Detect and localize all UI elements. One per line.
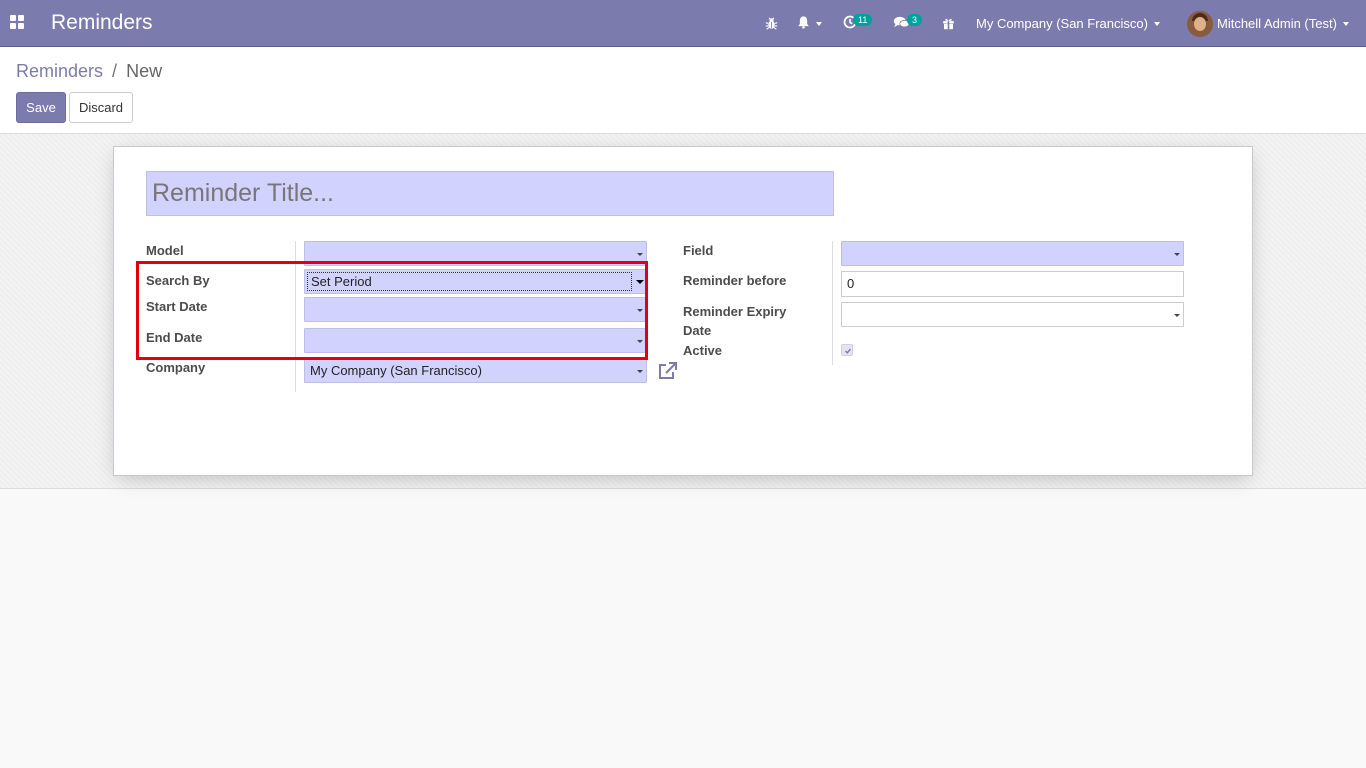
chevron-down-icon <box>816 21 822 26</box>
notifications-dropdown[interactable] <box>797 0 822 47</box>
reminder-before-label: Reminder before <box>683 273 787 288</box>
bell-icon <box>797 15 810 32</box>
active-checkbox[interactable] <box>841 344 853 356</box>
chevron-down-icon <box>637 253 643 256</box>
chevron-down-icon <box>1342 21 1349 26</box>
breadcrumb-parent-link[interactable]: Reminders <box>16 61 103 81</box>
save-button[interactable]: Save <box>16 92 66 123</box>
reminder-before-input[interactable]: 0 <box>841 271 1184 297</box>
chevron-down-icon <box>637 370 643 373</box>
discard-button[interactable]: Discard <box>69 92 133 123</box>
reminder-expiry-date-select[interactable] <box>841 302 1184 327</box>
activity-count-badge: 11 <box>853 14 873 26</box>
field-label: Field <box>683 243 714 258</box>
reminder-expiry-label-line1: Reminder Expiry <box>683 304 787 319</box>
search-by-label: Search By <box>146 273 210 288</box>
user-menu[interactable]: Mitchell Admin (Test) <box>1187 0 1349 47</box>
breadcrumb-current: New <box>126 61 163 81</box>
model-select[interactable] <box>304 241 647 266</box>
chevron-down-icon <box>1153 21 1160 26</box>
company-select[interactable]: My Company (San Francisco) <box>304 358 647 383</box>
left-group-divider <box>295 241 296 392</box>
apps-grid-icon[interactable] <box>10 15 26 31</box>
chevron-down-icon <box>636 280 644 284</box>
company-name: My Company (San Francisco) <box>976 16 1148 31</box>
chevron-down-icon <box>637 309 643 312</box>
chevron-down-icon <box>1174 253 1180 256</box>
chevron-down-icon <box>637 340 643 343</box>
company-switcher[interactable]: My Company (San Francisco) <box>976 0 1160 47</box>
chevron-down-icon <box>1174 314 1180 317</box>
end-date-label: End Date <box>146 330 203 345</box>
field-select[interactable] <box>841 241 1184 266</box>
app-title: Reminders <box>51 11 153 34</box>
right-group-divider <box>832 241 833 365</box>
reminder-title-input[interactable]: Reminder Title... <box>146 171 834 216</box>
user-name: Mitchell Admin (Test) <box>1217 16 1337 31</box>
active-label: Active <box>683 343 723 358</box>
start-date-select[interactable] <box>304 297 647 322</box>
company-label: Company <box>146 360 206 375</box>
avatar <box>1187 10 1213 37</box>
breadcrumb: Reminders / New <box>16 61 162 82</box>
gift-icon[interactable] <box>942 0 955 47</box>
model-label: Model <box>146 243 184 258</box>
checkmark-icon <box>845 348 852 354</box>
bug-icon[interactable] <box>765 0 778 47</box>
external-link-icon[interactable] <box>658 361 678 381</box>
control-panel: Reminders / New Save Discard <box>0 47 1366 134</box>
end-date-select[interactable] <box>304 328 647 353</box>
search-by-select[interactable]: Set Period <box>304 269 647 294</box>
breadcrumb-separator: / <box>112 61 118 81</box>
top-navbar: Reminders 11 3 My Company (San Francisco… <box>0 0 1366 47</box>
search-by-value: Set Period <box>307 272 632 291</box>
start-date-label: Start Date <box>146 299 208 314</box>
messages-count-badge: 3 <box>907 14 923 26</box>
reminder-expiry-label-line2: Date <box>683 323 712 338</box>
